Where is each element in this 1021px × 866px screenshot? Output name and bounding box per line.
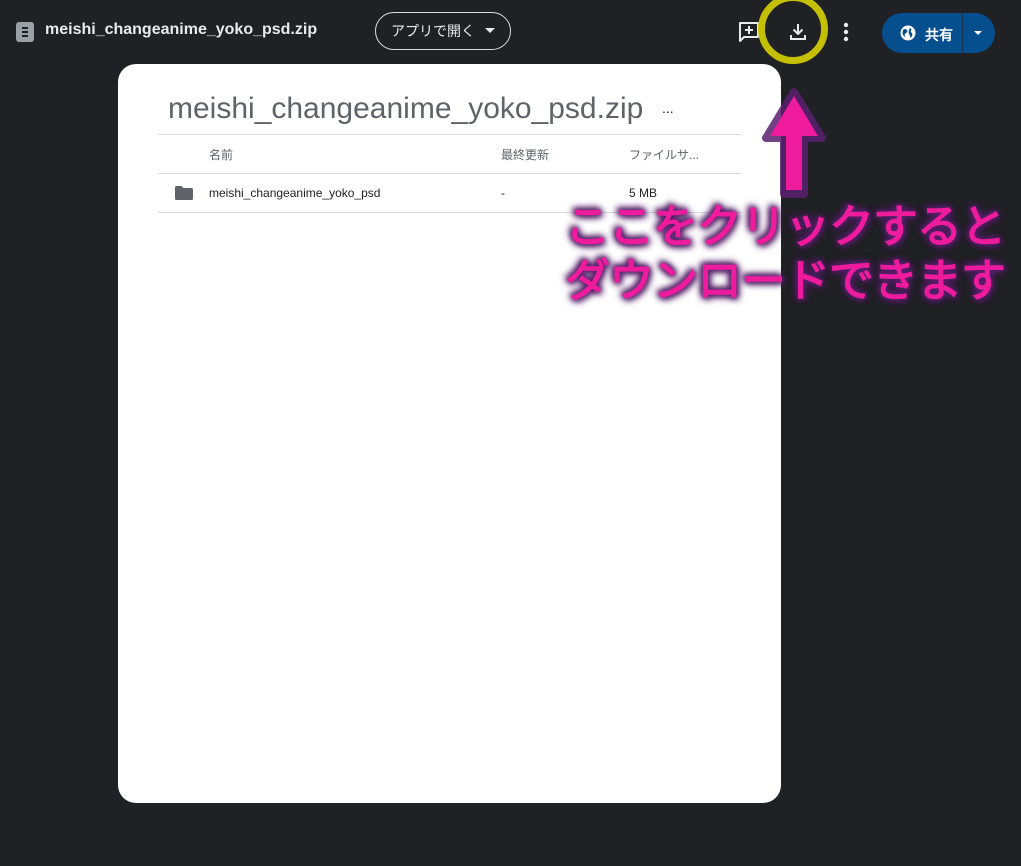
row-size: 5 MB bbox=[629, 186, 658, 200]
row-modified: - bbox=[501, 186, 505, 200]
open-with-label: アプリで開く bbox=[391, 23, 475, 39]
add-comment-icon bbox=[739, 22, 759, 42]
more-vert-icon bbox=[843, 22, 849, 42]
more-options-button[interactable] bbox=[828, 14, 864, 50]
column-header-modified[interactable]: 最終更新 bbox=[501, 146, 549, 163]
preview-more-button[interactable]: ... bbox=[662, 100, 674, 116]
table-row[interactable]: meishi_changeanime_yoko_psd - 5 MB bbox=[158, 174, 741, 212]
add-comment-button[interactable] bbox=[731, 14, 767, 50]
globe-icon bbox=[900, 25, 916, 41]
share-button[interactable]: 共有 bbox=[882, 13, 962, 53]
download-icon bbox=[790, 24, 806, 40]
divider bbox=[158, 212, 741, 213]
column-header-size[interactable]: ファイルサ... bbox=[629, 146, 699, 163]
open-with-button[interactable]: アプリで開く bbox=[375, 12, 511, 50]
preview-title: meishi_changeanime_yoko_psd.zip bbox=[168, 92, 644, 125]
chevron-down-icon bbox=[485, 28, 495, 33]
divider bbox=[158, 134, 741, 135]
row-name: meishi_changeanime_yoko_psd bbox=[209, 186, 381, 200]
share-dropdown-button[interactable] bbox=[963, 13, 995, 53]
zip-preview-card: meishi_changeanime_yoko_psd.zip ... 名前 最… bbox=[118, 64, 781, 803]
column-header-name[interactable]: 名前 bbox=[209, 146, 233, 163]
top-bar: meishi_changeanime_yoko_psd.zip アプリで開く 共… bbox=[0, 0, 1021, 64]
file-title: meishi_changeanime_yoko_psd.zip bbox=[45, 21, 318, 38]
chevron-down-icon bbox=[974, 31, 982, 35]
file-icon bbox=[16, 22, 34, 42]
share-label: 共有 bbox=[925, 27, 953, 43]
folder-icon bbox=[175, 186, 193, 200]
download-button[interactable] bbox=[780, 14, 816, 50]
share-button-group: 共有 bbox=[882, 13, 995, 53]
